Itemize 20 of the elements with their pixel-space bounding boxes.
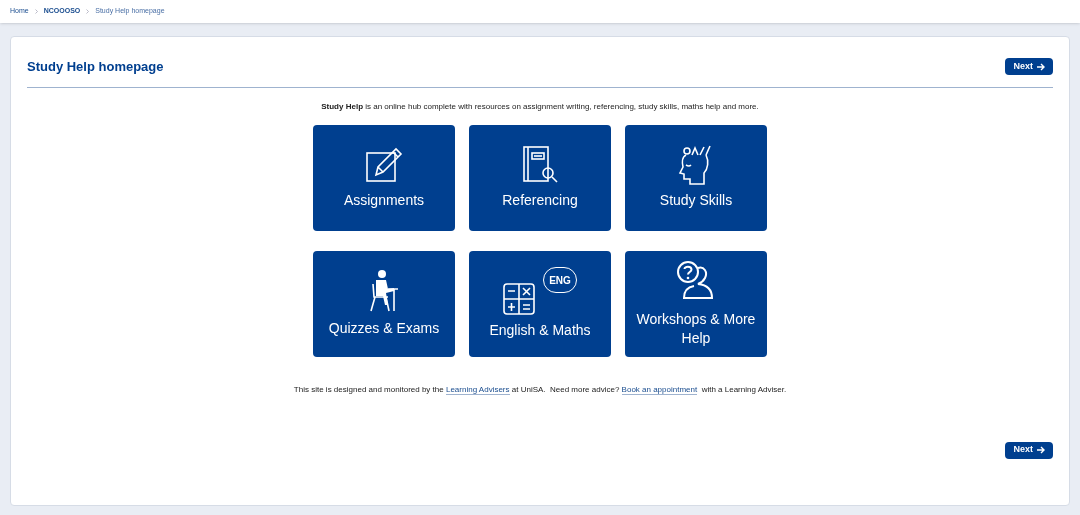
topic-tile[interactable]: Referencing [469, 124, 611, 231]
topic-tile[interactable]: Workshops & More Help [625, 250, 767, 357]
topic-tile[interactable]: ENG English & Maths [469, 250, 611, 357]
arrow-right-icon [1037, 62, 1045, 71]
topic-tile[interactable]: Assignments [313, 124, 455, 231]
footer-link[interactable]: Learning Advisers [445, 384, 510, 395]
pencil-icon [364, 145, 404, 185]
footer-link[interactable]: Book an appointment [621, 384, 698, 395]
topic-tile[interactable]: Study Skills [625, 124, 767, 231]
page-title: Study Help homepage [27, 58, 164, 76]
arrow-right-icon [1037, 446, 1045, 454]
chevron-icon [34, 9, 38, 14]
book-search-icon [520, 145, 560, 185]
intro-text: Study Help is an online hub complete with resources on assignment writing, referencing, study skills, maths help and more. [320, 100, 760, 113]
calculator-icon [503, 283, 535, 315]
footer-text: This site is designed and monitored by the Learning Advisers at UniSA. Need more advice? Book an appointment with a Learning Adviser. [292, 383, 788, 396]
chevron-icon [86, 9, 90, 14]
next-button[interactable]: Next [1005, 58, 1053, 76]
topic-tile[interactable]: Quizzes & Exams [313, 250, 455, 357]
next-button[interactable]: Next [1005, 441, 1053, 459]
